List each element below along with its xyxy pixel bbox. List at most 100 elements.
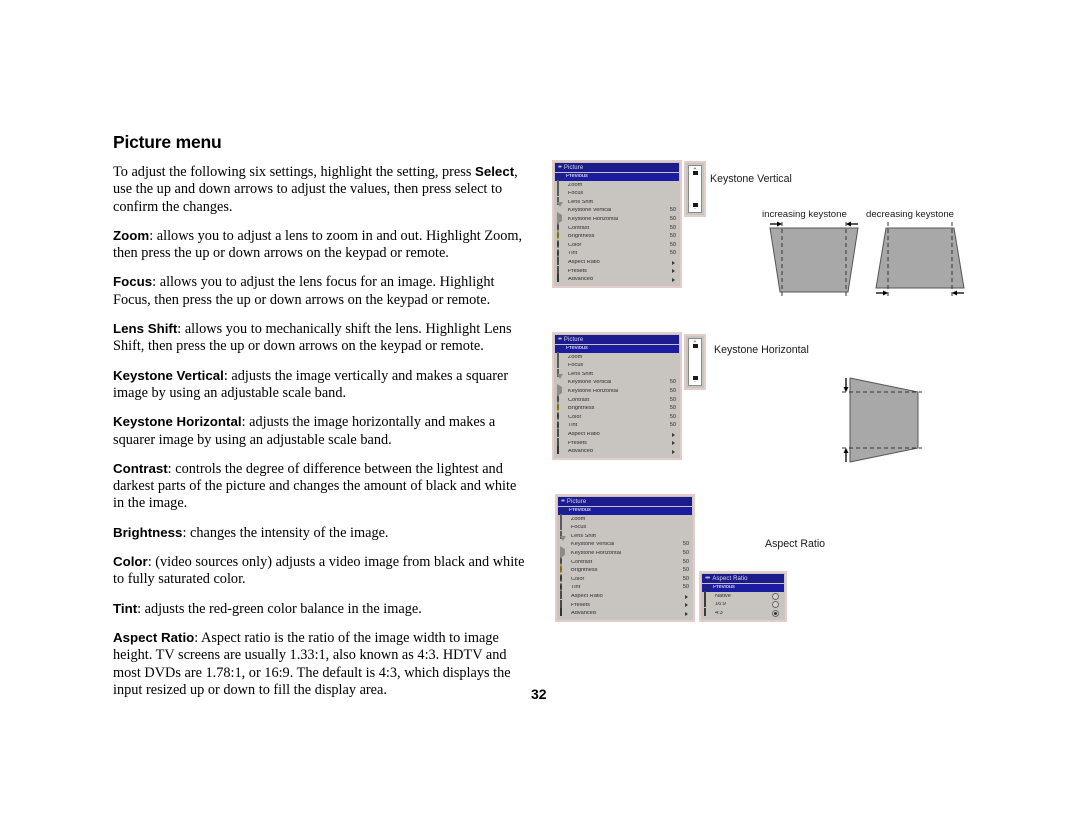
menu-item-label: Tint xyxy=(571,585,581,591)
slider-knob-top[interactable] xyxy=(692,171,698,175)
menu-item-value: 50 xyxy=(669,241,676,248)
menu-item-value: 50 xyxy=(669,215,676,222)
decreasing-keystone-label: decreasing keystone xyxy=(866,209,954,220)
presets-icon-glyph xyxy=(557,437,559,446)
radio-button[interactable] xyxy=(772,592,779,600)
slider-track[interactable]: + - xyxy=(688,165,702,213)
menu-item-tint[interactable]: Tint 50 xyxy=(555,248,679,259)
menu-item-label: Contrast xyxy=(568,225,590,231)
menu-item-value: 50 xyxy=(669,422,676,429)
menu-item-advanced[interactable]: Advanced xyxy=(558,608,692,619)
menu-item-brightness[interactable]: Brightness 50 xyxy=(555,403,679,414)
keystone-vertical-icon-glyph xyxy=(557,373,563,385)
menu-item-keystone-horizontal[interactable]: Keystone Horizontal 50 xyxy=(555,384,679,397)
radio-button[interactable] xyxy=(772,601,779,609)
menu-item-previous[interactable]: Previous xyxy=(702,583,784,593)
menu-item-label: Lens Shift xyxy=(568,199,593,205)
color-icon-glyph xyxy=(560,574,562,583)
advanced-icon xyxy=(557,274,565,283)
menu-item-lens-shift[interactable]: Lens Shift xyxy=(555,369,679,379)
menu-item-brightness[interactable]: Brightness 50 xyxy=(555,231,679,242)
aspect-ratio-submenu-screenshot[interactable]: ••• Aspect Ratio Previous Native 16:9 4:3 xyxy=(699,571,787,622)
menu-item-color[interactable]: Color 50 xyxy=(555,412,679,422)
menu-item-contrast[interactable]: Contrast 50 xyxy=(558,556,692,567)
menu-item-value: 50 xyxy=(669,224,676,231)
aspect-ratio-caption: Aspect Ratio xyxy=(765,538,826,550)
aspect-ratio-icon-glyph xyxy=(557,429,559,438)
menu-item-advanced[interactable]: Advanced xyxy=(555,274,679,285)
menu-item-keystone-horizontal[interactable]: Keystone Horizontal 50 xyxy=(558,546,692,559)
menu-item-16-9[interactable]: 16:9 xyxy=(702,599,784,610)
submenu-arrow-icon xyxy=(672,260,675,265)
menu-item-tint[interactable]: Tint 50 xyxy=(558,582,692,593)
menu-item-zoom[interactable]: Zoom xyxy=(555,179,679,190)
menu-item-focus[interactable]: Focus xyxy=(555,360,679,371)
menu-item-zoom[interactable]: Zoom xyxy=(555,351,679,362)
menu-item-presets[interactable]: Presets xyxy=(558,599,692,610)
menu-item-tint[interactable]: Tint 50 xyxy=(555,420,679,431)
menu-item-contrast[interactable]: Contrast 50 xyxy=(555,222,679,233)
adjust-slider-1[interactable]: + - xyxy=(684,161,706,217)
menu-item-focus[interactable]: Focus xyxy=(558,522,692,533)
paragraph-color: Color: (video sources only) adjusts a vi… xyxy=(113,553,531,589)
menu-item-previous[interactable]: Previous xyxy=(558,506,692,516)
menu-item-keystone-vertical[interactable]: Keystone Vertical 50 xyxy=(555,201,679,216)
menu-item-value: 50 xyxy=(682,549,689,556)
slider-track[interactable]: + - xyxy=(688,338,702,386)
body-text: : allows you to adjust a lens to zoom in… xyxy=(113,227,523,262)
menu-item-keystone-horizontal[interactable]: Keystone Horizontal 50 xyxy=(555,212,679,225)
focus-icon-glyph xyxy=(560,522,562,531)
focus-icon-glyph xyxy=(557,360,559,369)
menu-item-native[interactable]: Native xyxy=(702,590,784,601)
menu-item-label: Tint xyxy=(568,251,578,257)
menu-item-color[interactable]: Color 50 xyxy=(558,574,692,584)
keystone-vertical-increasing-shape xyxy=(769,221,859,298)
menu-title-label: Picture xyxy=(566,498,587,505)
menu-item-previous[interactable]: Previous xyxy=(555,172,679,182)
menu-item-aspect-ratio[interactable]: Aspect Ratio xyxy=(558,591,692,601)
radio-button[interactable] xyxy=(772,610,779,618)
menu-item-advanced[interactable]: Advanced xyxy=(555,446,679,457)
menu-item-value: 50 xyxy=(682,575,689,582)
picture-menu-screenshot-3[interactable]: •• Picture Previous Zoom Focus Lens Shift Ke… xyxy=(555,494,695,623)
paragraph-aspect-ratio: Aspect Ratio: Aspect ratio is the ratio … xyxy=(113,629,531,699)
menu-item-keystone-vertical[interactable]: Keystone Vertical 50 xyxy=(558,535,692,550)
emphasis-text: Contrast xyxy=(113,460,168,476)
zoom-icon-glyph xyxy=(560,513,562,522)
adjust-slider-2[interactable]: + - xyxy=(684,334,706,390)
menu-item-contrast[interactable]: Contrast 50 xyxy=(555,394,679,405)
menu-titlebar: •• Picture xyxy=(555,163,679,172)
menu-item-lens-shift[interactable]: Lens Shift xyxy=(558,531,692,541)
menu-rows: Previous Zoom Focus Lens Shift Keystone Vert… xyxy=(555,172,679,285)
menu-item-label: Color xyxy=(568,242,582,248)
menu-item-4-3[interactable]: 4:3 xyxy=(702,608,784,618)
menu-item-color[interactable]: Color 50 xyxy=(555,240,679,250)
menu-item-brightness[interactable]: Brightness 50 xyxy=(558,565,692,576)
slider-knob-top[interactable] xyxy=(692,344,698,348)
advanced-icon-glyph xyxy=(557,446,559,455)
emphasis-text: Keystone Vertical xyxy=(113,367,224,383)
paragraph-keystone-vertical: Keystone Vertical: adjusts the image ver… xyxy=(113,367,531,403)
menu-item-label: Aspect Ratio xyxy=(568,431,600,437)
menu-item-lens-shift[interactable]: Lens Shift xyxy=(555,197,679,207)
brightness-icon-glyph xyxy=(560,565,562,574)
picture-menu-screenshot-1[interactable]: •• Picture Previous Zoom Focus Lens Shift Ke… xyxy=(552,160,682,289)
menu-item-value: 50 xyxy=(669,207,676,214)
contrast-icon-glyph xyxy=(560,556,562,565)
menu-item-label: Zoom xyxy=(568,354,583,360)
article-body: Picture menu To adjust the following six… xyxy=(113,132,531,710)
menu-item-label: Advanced xyxy=(571,611,596,617)
menu-item-aspect-ratio[interactable]: Aspect Ratio xyxy=(555,429,679,439)
menu-item-presets[interactable]: Presets xyxy=(555,437,679,448)
menu-item-previous[interactable]: Previous xyxy=(555,344,679,354)
menu-item-zoom[interactable]: Zoom xyxy=(558,513,692,524)
paragraph-zoom: Zoom: allows you to adjust a lens to zoo… xyxy=(113,227,531,263)
menu-item-aspect-ratio[interactable]: Aspect Ratio xyxy=(555,257,679,267)
slider-minus-label: - xyxy=(694,379,696,385)
paragraph-intro: To adjust the following six settings, hi… xyxy=(113,163,531,216)
brightness-icon-glyph xyxy=(557,231,559,240)
picture-menu-screenshot-2[interactable]: •• Picture Previous Zoom Focus Lens Shift Ke… xyxy=(552,332,682,461)
menu-item-keystone-vertical[interactable]: Keystone Vertical 50 xyxy=(555,373,679,388)
menu-item-presets[interactable]: Presets xyxy=(555,265,679,276)
menu-item-focus[interactable]: Focus xyxy=(555,188,679,199)
